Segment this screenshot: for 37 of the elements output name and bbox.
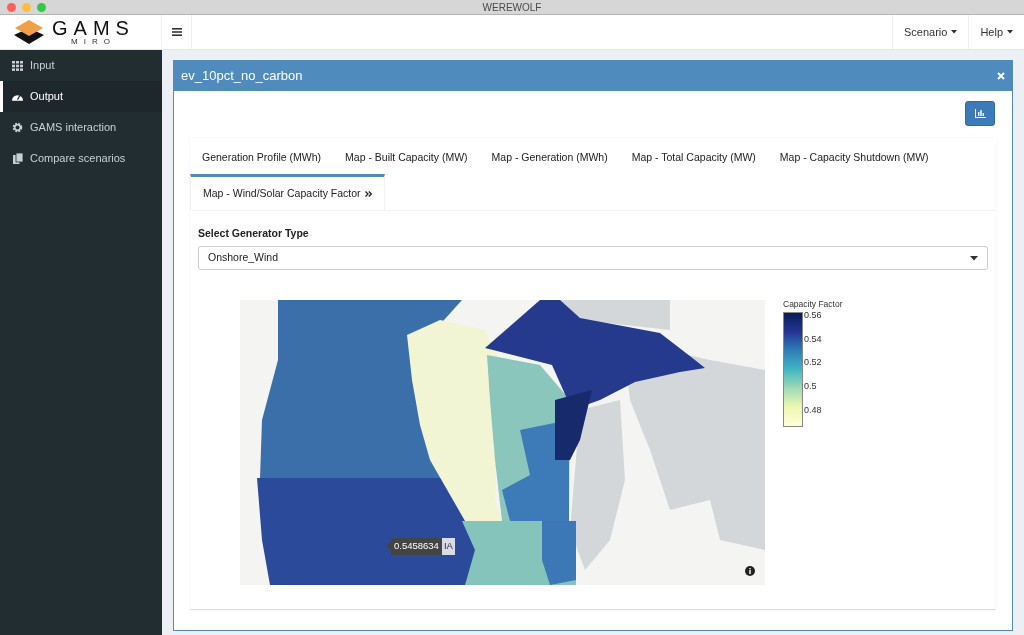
bar-chart-icon	[974, 109, 986, 118]
gear-icon	[12, 122, 23, 133]
logo-subtitle: MIRO	[71, 38, 116, 46]
grid-icon	[12, 60, 23, 71]
colorbar-tick: 0.52	[804, 358, 822, 368]
tab[interactable]: Map - Total Capacity (MW)	[619, 138, 768, 174]
tooltip-value: 0.5458634	[391, 538, 442, 555]
generator-type-select[interactable]: Onshore_Wind	[198, 246, 988, 271]
colorbar-tick: 0.56	[804, 310, 822, 320]
caret-icon	[951, 30, 958, 34]
logo-name: GAMS	[52, 18, 135, 38]
colorbar-tick: 0.48	[804, 405, 822, 415]
menu-dropdown[interactable]: Help	[968, 15, 1024, 49]
colorbar-tick: 0.5	[804, 382, 818, 391]
panel-title: ev_10pct_no_carbon	[181, 67, 303, 86]
tab[interactable]: Map - Wind/Solar Capacity Factor	[190, 173, 385, 210]
chart-button[interactable]	[965, 101, 995, 126]
logo-icon	[14, 20, 44, 44]
sidebar-item[interactable]: Compare scenarios	[0, 143, 162, 174]
close-icon[interactable]	[997, 72, 1005, 80]
sidebar-item[interactable]: GAMS interaction	[0, 112, 162, 143]
menu-dropdown[interactable]: Scenario	[891, 15, 969, 49]
field-label: Select Generator Type	[198, 225, 310, 241]
caret-icon	[970, 255, 978, 261]
copy-icon	[12, 153, 23, 164]
sidebar-item[interactable]: Input	[0, 50, 162, 81]
tab[interactable]: Map - Capacity Shutdown (MW)	[767, 138, 941, 174]
colorbar-tick: 0.54	[804, 334, 822, 344]
window-title: WEREWOLF	[482, 0, 542, 15]
colorbar-title: Capacity Factor	[783, 300, 843, 309]
double-chevron-icon	[364, 190, 372, 197]
sidebar-item[interactable]: Output	[0, 81, 162, 112]
tab[interactable]: Map - Generation (MWh)	[479, 138, 620, 174]
tab[interactable]: Generation Profile (MWh)	[190, 138, 334, 174]
info-icon	[745, 566, 755, 577]
caret-icon	[1007, 30, 1013, 34]
tab[interactable]: Map - Built Capacity (MW)	[333, 138, 480, 174]
